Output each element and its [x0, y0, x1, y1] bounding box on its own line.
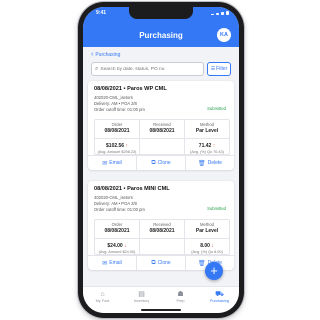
method-label: Method: [200, 222, 214, 227]
search-input[interactable]: [100, 66, 197, 72]
copy-icon: ⧉: [151, 259, 156, 266]
bottom-tab-bar: ⌂ My Foot ▤ Inventory ☗ Prep ⛟ Purchasin…: [83, 286, 239, 313]
page-title: Purchasing: [139, 31, 183, 40]
order-amount: $102.56: [106, 143, 125, 149]
home-indicator: [141, 309, 181, 311]
received-date: 08/08/2021: [149, 228, 175, 234]
email-icon: ✉: [102, 260, 108, 267]
search-box[interactable]: ⌕: [91, 62, 204, 76]
avatar[interactable]: KA: [217, 28, 231, 42]
chevron-left-icon: ‹: [91, 51, 94, 58]
tab-label: Inventory: [133, 299, 150, 303]
delete-button[interactable]: 🗑 Delete: [186, 156, 234, 170]
order-column: Order 08/08/2021 $24.00 ↓ (Avg. Amount $…: [95, 220, 140, 254]
order-amount-avg: (Avg. Amount $24.00): [98, 250, 136, 254]
order-qty-avg: (Avg. (%) Qo 70.43): [190, 150, 224, 154]
order-delivery: Delivery: AM • POA 2/8: [94, 201, 137, 206]
order-card[interactable]: 08/08/2021 • Paros MINI CML 402020-CML_i…: [88, 181, 234, 270]
tab-purchasing[interactable]: ⛟ Purchasing: [200, 287, 239, 313]
order-column: Order 08/08/2021 $102.56 ↑ (Avg. Amount …: [95, 120, 140, 154]
method-value: Par Level: [195, 228, 219, 234]
order-details-grid: Order 08/08/2021 $24.00 ↓ (Avg. Amount $…: [94, 219, 230, 255]
email-button[interactable]: ✉ Email: [88, 156, 137, 170]
copy-icon: ⧉: [151, 159, 156, 166]
clone-label: Clone: [157, 260, 171, 266]
tab-label: Prep: [176, 299, 185, 303]
order-label: Order: [111, 222, 123, 227]
email-label: Email: [109, 260, 122, 266]
order-date: 08/08/2021: [104, 128, 130, 134]
order-amount: $24.00: [107, 243, 123, 249]
breadcrumb[interactable]: ‹ Purchasing: [83, 47, 239, 62]
cart-icon: ⛟: [215, 291, 224, 298]
order-label: Order: [111, 122, 123, 127]
order-cutoff: Order cutoff time: 01:00 pm: [94, 107, 145, 112]
received-label: Received: [153, 222, 171, 227]
order-name: 08/08/2021 • Paros WP CML: [94, 86, 167, 92]
email-label: Email: [109, 160, 122, 166]
trash-icon: 🗑: [197, 260, 206, 267]
plus-icon: +: [210, 263, 218, 278]
add-order-button[interactable]: +: [205, 262, 223, 280]
breadcrumb-label: Purchasing: [95, 51, 121, 58]
tab-label: Purchasing: [210, 299, 229, 303]
email-icon: ✉: [102, 160, 108, 167]
received-label: Received: [153, 122, 171, 127]
arrow-up-icon: ↑: [212, 143, 216, 149]
order-card[interactable]: 08/08/2021 • Paros WP CML 402020-CML_ise…: [88, 81, 234, 170]
order-details-grid: Order 08/08/2021 $102.56 ↑ (Avg. Amount …: [94, 119, 230, 155]
order-qty-avg: (Avg. (%) Qo 8.00): [191, 250, 223, 254]
signal-icon: [211, 11, 229, 15]
filter-button[interactable]: ☰ Filter: [207, 62, 231, 76]
trash-icon: 🗑: [197, 160, 206, 167]
app-screen: 9:41 Purchasing KA ‹ Purchasing ⌕ ☰ Filt…: [83, 7, 239, 313]
chef-hat-icon: ☗: [177, 291, 184, 298]
clone-button[interactable]: ⧉ Clone: [137, 156, 186, 170]
arrow-down-icon: ↓: [211, 243, 214, 249]
method-column: Method Par Level 71.42 ↑ (Avg. (%) Qo 70…: [185, 120, 229, 154]
home-icon: ⌂: [100, 291, 105, 298]
card-actions: ✉ Email ⧉ Clone 🗑 Delete: [88, 155, 234, 170]
received-column: Received 08/08/2021: [140, 120, 185, 154]
received-date: 08/08/2021: [149, 128, 175, 134]
device-notch: [129, 7, 193, 19]
search-row: ⌕ ☰ Filter: [91, 62, 231, 77]
phone-frame: 9:41 Purchasing KA ‹ Purchasing ⌕ ☰ Filt…: [78, 2, 244, 318]
order-qty: 71.42: [198, 143, 212, 149]
clone-button[interactable]: ⧉ Clone: [137, 256, 186, 270]
order-amount-avg: (Avg. Amount $298.23): [97, 150, 137, 154]
order-date: 08/08/2021: [104, 228, 130, 234]
order-cutoff: Order cutoff time: 01:00 pm: [94, 207, 145, 212]
method-label: Method: [200, 122, 214, 127]
status-time: 9:41: [96, 10, 107, 16]
method-value: Par Level: [195, 128, 219, 134]
method-column: Method Par Level 8.00 ↓ (Avg. (%) Qo 8.0…: [185, 220, 229, 254]
search-icon: ⌕: [95, 65, 99, 72]
arrow-down-icon: ↓: [124, 243, 127, 249]
order-id: 402020-CML_isetors: [94, 195, 133, 200]
tab-label: My Foot: [95, 299, 110, 303]
delete-label: Delete: [207, 160, 223, 166]
filter-icon: ☰: [210, 66, 216, 72]
email-button[interactable]: ✉ Email: [88, 256, 137, 270]
received-column: Received 08/08/2021: [140, 220, 185, 254]
status-badge: Submitted: [207, 106, 226, 111]
status-badge: Submitted: [207, 206, 226, 211]
building-icon: ▤: [138, 291, 145, 298]
order-id: 402020-CML_isetors: [94, 95, 133, 100]
arrow-up-icon: ↑: [125, 143, 128, 149]
clone-label: Clone: [157, 160, 171, 166]
order-delivery: Delivery: AM • POA 2/8: [94, 101, 137, 106]
order-name: 08/08/2021 • Paros MINI CML: [94, 186, 170, 192]
filter-label: Filter: [216, 66, 228, 72]
tab-my-foot[interactable]: ⌂ My Foot: [83, 287, 122, 313]
order-qty: 8.00: [200, 243, 210, 249]
